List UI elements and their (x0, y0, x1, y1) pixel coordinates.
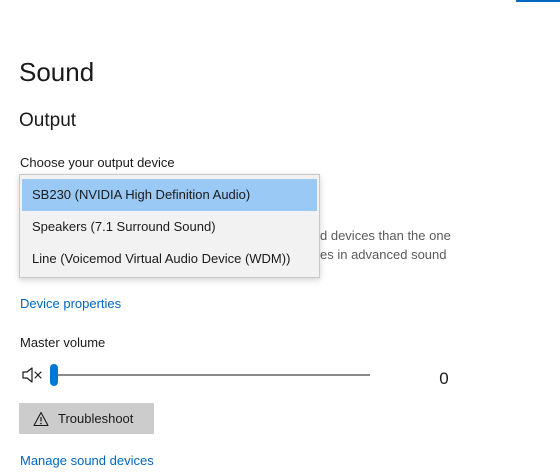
troubleshoot-button[interactable]: Troubleshoot (19, 403, 154, 434)
device-properties-link[interactable]: Device properties (20, 295, 121, 313)
dropdown-option-line-voicemod[interactable]: Line (Voicemod Virtual Audio Device (WDM… (22, 243, 317, 275)
output-device-label: Choose your output device (20, 155, 175, 170)
troubleshoot-label: Troubleshoot (58, 411, 134, 426)
dropdown-option-speakers[interactable]: Speakers (7.1 Surround Sound) (22, 211, 317, 243)
dropdown-option-sb230[interactable]: SB230 (NVIDIA High Definition Audio) (22, 179, 317, 211)
volume-value: 0 (439, 369, 449, 388)
volume-slider-track (50, 374, 370, 376)
sound-settings-page: Sound Output Choose your output device d… (0, 0, 560, 473)
mute-toggle-button[interactable] (20, 364, 44, 386)
volume-slider-thumb[interactable] (50, 364, 58, 386)
warning-icon (33, 411, 49, 426)
master-volume-label: Master volume (20, 335, 106, 350)
top-accent-bar (516, 0, 560, 2)
output-device-dropdown-list[interactable]: SB230 (NVIDIA High Definition Audio) Spe… (19, 174, 320, 278)
manage-sound-devices-link[interactable]: Manage sound devices (20, 452, 154, 470)
page-title: Sound (19, 57, 95, 87)
output-section-title: Output (19, 110, 77, 131)
speaker-muted-icon (22, 367, 42, 383)
master-volume-slider[interactable] (50, 362, 370, 388)
